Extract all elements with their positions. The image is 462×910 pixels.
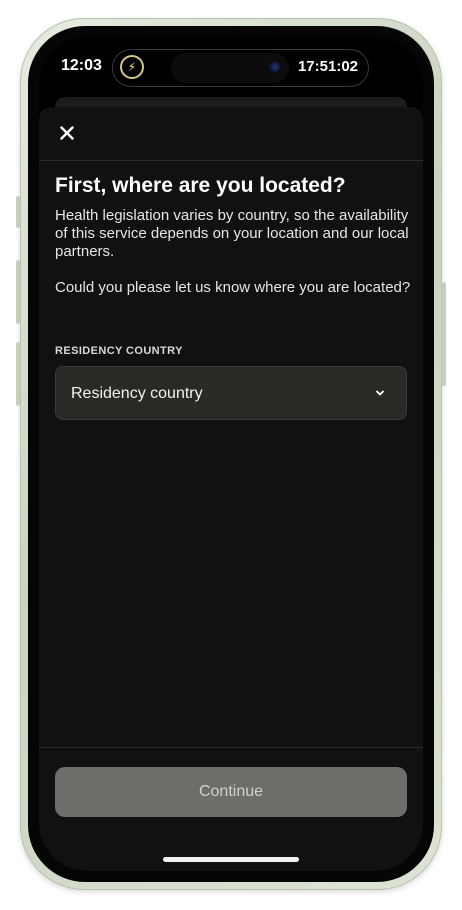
front-camera <box>269 61 281 73</box>
close-button[interactable] <box>55 121 79 145</box>
description-text: Health legislation varies by country, so… <box>55 207 409 260</box>
location-sheet: First, where are you located? Health leg… <box>39 107 423 871</box>
status-time: 12:03 <box>61 57 102 74</box>
question-text: Could you please let us know where you a… <box>55 279 411 296</box>
chevron-down-icon <box>376 390 384 396</box>
phone-screen: 12:03 ⚡ 17:51:02 First, where are you lo… <box>39 37 423 871</box>
action-button <box>16 196 20 228</box>
volume-up-button <box>16 260 20 324</box>
home-indicator[interactable] <box>163 857 299 862</box>
lightning-bolt-icon: ⚡ <box>120 55 144 79</box>
continue-button[interactable]: Continue <box>55 767 407 817</box>
footer-divider <box>39 747 423 748</box>
side-button <box>442 282 446 386</box>
close-icon <box>60 126 74 140</box>
volume-down-button <box>16 342 20 406</box>
page-title: First, where are you located? <box>55 174 346 197</box>
residency-country-label: RESIDENCY COUNTRY <box>55 345 183 357</box>
select-placeholder: Residency country <box>71 385 203 402</box>
residency-country-select[interactable]: Residency country <box>55 366 407 420</box>
dynamic-island[interactable]: ⚡ 17:51:02 <box>112 49 369 87</box>
timer-text: 17:51:02 <box>297 58 358 75</box>
header-divider <box>39 160 423 161</box>
